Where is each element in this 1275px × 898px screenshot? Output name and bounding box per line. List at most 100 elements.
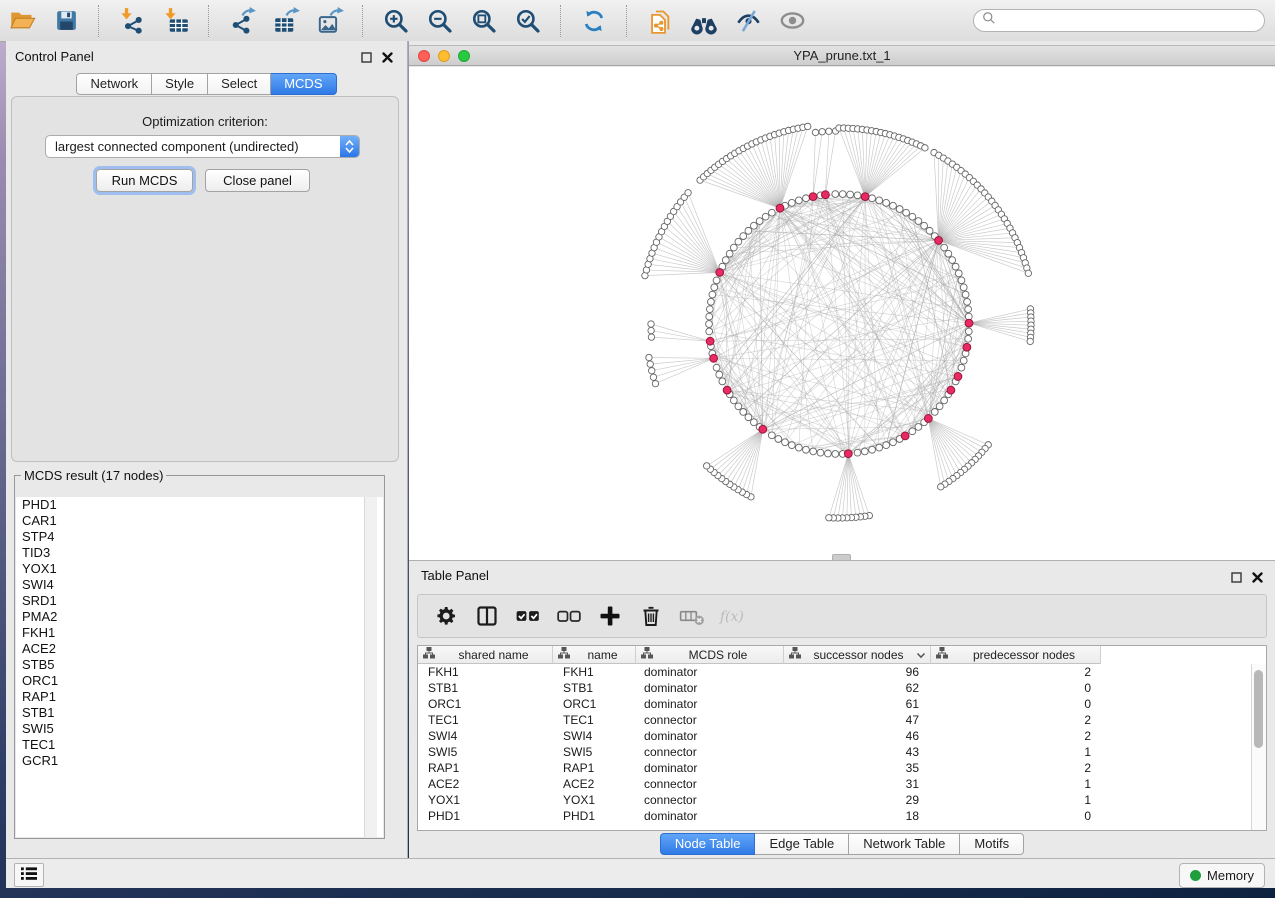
ring-node[interactable] [709,291,716,298]
leaf-node[interactable] [648,327,654,333]
mcds-hub-node[interactable] [947,386,955,394]
mcds-node-item[interactable]: TID3 [16,545,383,561]
mcds-node-item[interactable]: FKH1 [16,625,383,641]
ring-node[interactable] [706,321,713,328]
table-row[interactable]: SWI4SWI4dominator462 [418,728,1266,744]
ring-node[interactable] [803,446,810,453]
leaf-node[interactable] [647,361,653,367]
column-header-predecessor-nodes[interactable]: predecessor nodes [931,646,1101,664]
node-table[interactable]: shared namenameMCDS rolesuccessor nodesp… [417,645,1267,831]
ring-node[interactable] [726,250,733,257]
ring-node[interactable] [722,257,729,264]
search-input[interactable] [996,13,1240,29]
mcds-hub-node[interactable] [901,432,909,440]
mcds-node-item[interactable]: TEC1 [16,737,383,753]
close-window-icon[interactable] [418,50,430,62]
ring-node[interactable] [832,451,839,458]
mcds-node-item[interactable]: CAR1 [16,513,383,529]
ring-node[interactable] [762,213,769,220]
search-box[interactable] [973,9,1265,32]
ring-node[interactable] [711,284,718,291]
deselect-all-icon[interactable] [555,602,583,630]
export-table-icon[interactable] [272,7,300,35]
mcds-node-item[interactable]: SWI4 [16,577,383,593]
open-file-icon[interactable] [8,7,36,35]
ring-node[interactable] [965,306,972,313]
ring-node[interactable] [861,448,868,455]
ring-node[interactable] [782,439,789,446]
ring-node[interactable] [788,442,795,449]
tab-style[interactable]: Style [152,73,208,95]
ring-node[interactable] [735,403,742,410]
ring-node[interactable] [824,450,831,457]
table-scrollbar[interactable] [1251,664,1266,830]
mcds-hub-node[interactable] [954,373,962,381]
zoom-in-icon[interactable] [382,7,410,35]
ring-node[interactable] [960,284,967,291]
mcds-hub-node[interactable] [965,319,973,327]
mcds-node-item[interactable]: RAP1 [16,689,383,705]
ring-node[interactable] [883,199,890,206]
ring-node[interactable] [921,222,928,229]
ring-node[interactable] [883,442,890,449]
ring-node[interactable] [775,436,782,443]
find-icon[interactable] [690,7,718,35]
tab-network-table[interactable]: Network Table [849,833,960,855]
leaf-node[interactable] [1025,270,1031,276]
mcds-hub-node[interactable] [776,204,784,212]
ring-node[interactable] [810,448,817,455]
leaf-node[interactable] [650,374,656,380]
ring-node[interactable] [745,227,752,234]
ring-node[interactable] [876,444,883,451]
table-row[interactable]: STB1STB1dominator620 [418,680,1266,696]
leaf-node[interactable] [819,129,825,135]
mcds-hub-node[interactable] [716,268,724,276]
leaf-node[interactable] [648,321,654,327]
column-header-name[interactable]: name [553,646,636,664]
ring-node[interactable] [936,403,943,410]
column-header-mcds-role[interactable]: MCDS role [636,646,784,664]
hide-selected-icon[interactable] [734,7,762,35]
ring-node[interactable] [839,191,846,198]
table-row[interactable]: PHD1PHD1dominator180 [418,808,1266,824]
ring-node[interactable] [958,364,965,371]
leaf-node[interactable] [649,367,655,373]
ring-node[interactable] [740,409,747,416]
mcds-node-item[interactable]: SWI5 [16,721,383,737]
mcds-hub-node[interactable] [723,386,731,394]
tab-network[interactable]: Network [76,73,152,95]
tab-node-table[interactable]: Node Table [660,833,756,855]
ring-node[interactable] [756,218,763,225]
mcds-node-item[interactable]: GCR1 [16,753,383,769]
column-header-successor-nodes[interactable]: successor nodes [784,646,931,664]
table-row[interactable]: RAP1RAP1dominator352 [418,760,1266,776]
leaf-node[interactable] [812,129,818,135]
ring-node[interactable] [730,397,737,404]
mcds-node-item[interactable]: YOX1 [16,561,383,577]
optimization-criterion-select[interactable]: largest connected component (undirected) [45,135,360,158]
mcds-hub-node[interactable] [759,425,767,433]
close-panel-icon[interactable] [382,50,393,68]
mcds-hub-node[interactable] [706,337,714,345]
settings-icon[interactable] [432,602,460,630]
ring-node[interactable] [719,378,726,385]
ring-node[interactable] [941,397,948,404]
show-columns-icon[interactable] [473,602,501,630]
ring-node[interactable] [869,446,876,453]
ring-node[interactable] [965,328,972,335]
table-row[interactable]: FKH1FKH1dominator962 [418,664,1266,680]
leaf-node[interactable] [826,128,832,134]
ring-node[interactable] [740,233,747,240]
ring-node[interactable] [745,414,752,421]
ring-node[interactable] [803,195,810,202]
network-titlebar[interactable]: YPA_prune.txt_1 [409,45,1275,66]
ring-node[interactable] [962,291,969,298]
mcds-result-list[interactable]: PHD1CAR1STP4TID3YOX1SWI4SRD1PMA2FKH1ACE2… [16,497,383,837]
table-row[interactable]: YOX1YOX1connector291 [418,792,1266,808]
mcds-node-item[interactable]: STP4 [16,529,383,545]
ring-node[interactable] [750,222,757,229]
show-all-icon[interactable] [778,7,806,35]
tab-edge-table[interactable]: Edge Table [755,833,849,855]
refresh-layout-icon[interactable] [580,7,608,35]
ring-node[interactable] [817,449,824,456]
